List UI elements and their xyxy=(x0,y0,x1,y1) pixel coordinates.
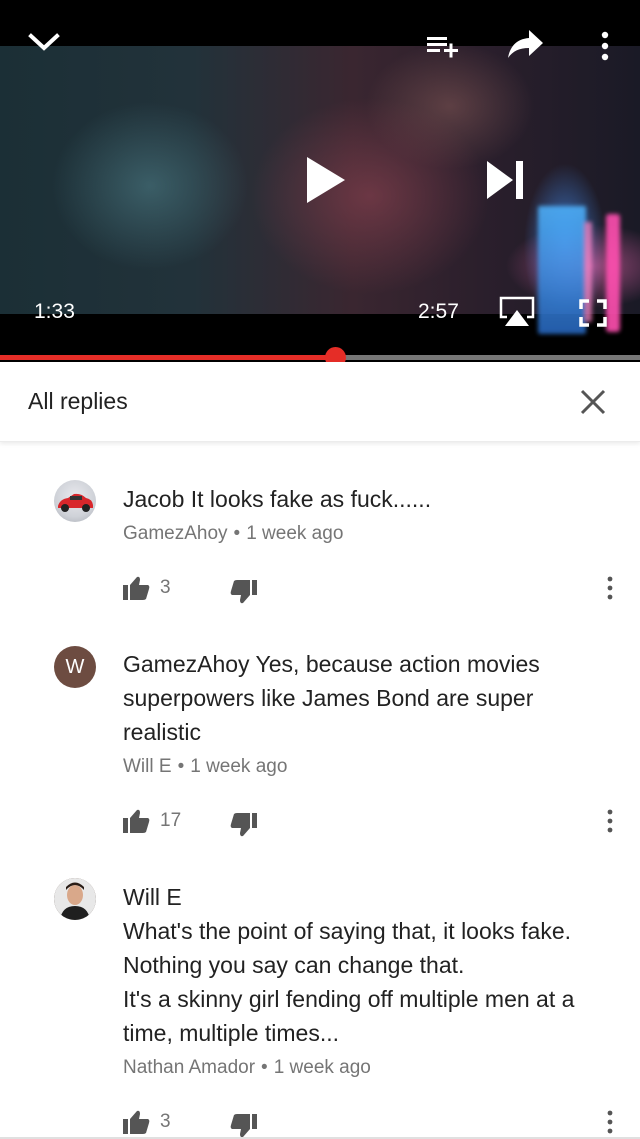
like-button[interactable]: 3 xyxy=(122,1106,171,1138)
thumbs-down-icon xyxy=(230,580,257,604)
comment-text: GamezAhoy Yes, because action movies sup… xyxy=(123,647,623,749)
progress-played xyxy=(0,355,335,360)
progress-bar[interactable] xyxy=(0,347,640,362)
more-vert-icon[interactable] xyxy=(598,1106,622,1138)
avatar[interactable] xyxy=(54,878,96,920)
comment-line: Will E xyxy=(123,884,182,910)
current-time: 1:33 xyxy=(34,300,75,323)
meta-separator: • xyxy=(261,1057,268,1078)
thumbs-down-icon xyxy=(230,1114,257,1138)
total-duration: 2:57 xyxy=(418,300,459,323)
comment-line: It's a skinny girl fending off multiple … xyxy=(123,986,575,1012)
thumbs-up-icon xyxy=(123,1110,150,1134)
like-count: 3 xyxy=(160,1111,171,1132)
like-count: 17 xyxy=(160,810,182,831)
comment-time: 1 week ago xyxy=(273,1057,371,1078)
close-icon[interactable] xyxy=(574,382,612,422)
comment-line: What's the point of saying that, it look… xyxy=(123,918,572,944)
comment-author[interactable]: GamezAhoy xyxy=(123,523,228,544)
airplay-icon[interactable] xyxy=(496,294,538,330)
replies-title: All replies xyxy=(28,388,128,414)
progress-scrubber[interactable] xyxy=(325,347,346,362)
comment-time: 1 week ago xyxy=(190,756,288,777)
comment-meta: Nathan Amador • 1 week ago xyxy=(123,1057,371,1079)
fullscreen-icon[interactable] xyxy=(576,296,610,330)
playlist-add-icon[interactable] xyxy=(420,26,464,66)
video-player[interactable]: 1:33 2:57 xyxy=(0,0,640,362)
comment-time: 1 week ago xyxy=(246,523,344,544)
player-top-bar xyxy=(0,0,640,80)
avatar[interactable]: W xyxy=(54,646,96,688)
share-arrow-icon[interactable] xyxy=(500,22,550,66)
meta-separator: • xyxy=(233,523,241,544)
more-vert-icon[interactable] xyxy=(598,805,622,837)
skip-next-icon[interactable] xyxy=(480,154,530,206)
more-vert-icon[interactable] xyxy=(598,572,622,604)
comment-line: superpowers like James Bond are super xyxy=(123,685,534,711)
thumbs-up-icon xyxy=(123,809,150,833)
comment-line: time, multiple times... xyxy=(123,1020,339,1046)
like-button[interactable]: 17 xyxy=(122,805,181,837)
thumbs-down-icon xyxy=(230,813,257,837)
more-vert-icon[interactable] xyxy=(590,24,620,68)
dislike-button[interactable] xyxy=(230,576,264,608)
like-count: 3 xyxy=(160,577,171,598)
like-button[interactable]: 3 xyxy=(122,572,171,604)
comment-line: Nothing you say can change that. xyxy=(123,952,465,978)
comment-author[interactable]: Will E xyxy=(123,756,172,777)
play-icon[interactable] xyxy=(300,150,350,210)
comment-meta: Will E • 1 week ago xyxy=(123,756,287,778)
dislike-button[interactable] xyxy=(230,1110,264,1139)
replies-header: All replies xyxy=(0,362,640,442)
comment-line: GamezAhoy Yes, because action movies xyxy=(123,651,540,677)
chevron-down-icon[interactable] xyxy=(22,22,66,62)
thumbs-up-icon xyxy=(123,576,150,600)
dislike-button[interactable] xyxy=(230,809,264,841)
meta-separator: • xyxy=(177,756,185,777)
comment-line: Jacob It looks fake as fuck...... xyxy=(123,486,432,512)
avatar[interactable] xyxy=(54,480,96,522)
comment-text: Will E What's the point of saying that, … xyxy=(123,880,623,1050)
comment-line: realistic xyxy=(123,719,201,745)
comment-author[interactable]: Nathan Amador xyxy=(123,1057,255,1078)
comment-text: Jacob It looks fake as fuck...... xyxy=(123,482,623,516)
comment-meta: GamezAhoy • 1 week ago xyxy=(123,523,343,545)
